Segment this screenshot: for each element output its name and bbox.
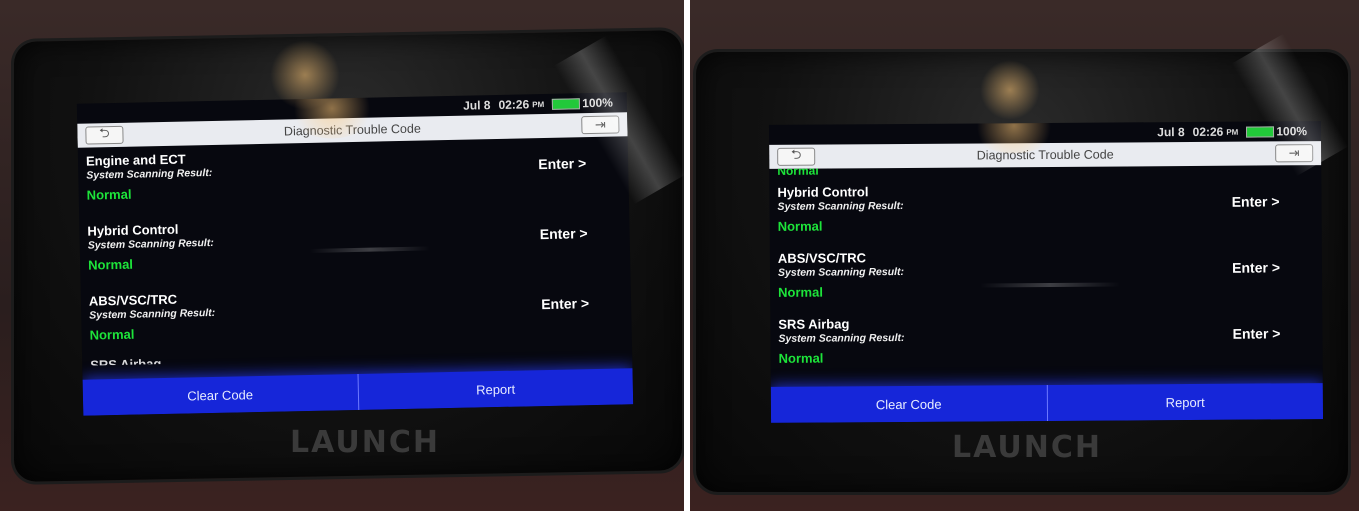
list-item: SRS Airbag System Scanning Result: Norma… [770, 307, 1322, 377]
clear-code-button[interactable]: Clear Code [83, 374, 358, 416]
report-button[interactable]: Report [1046, 383, 1324, 421]
back-button[interactable]: ⮌ [85, 125, 124, 145]
status-date: Jul 8 [1157, 125, 1185, 140]
report-button[interactable]: Report [357, 368, 634, 410]
exit-button[interactable]: ⇥ [581, 115, 620, 135]
status-ampm: PM [1226, 127, 1239, 137]
system-list: Engine and ECT System Scanning Result: N… [78, 136, 632, 366]
page-title: Diagnostic Trouble Code [976, 147, 1114, 163]
scan-result-value: Normal [88, 256, 134, 273]
scan-result-value: Normal [89, 326, 135, 343]
left-photo: LAUNCH Jul 8 02:26 PM 100% ⮌ Diagnostic … [0, 0, 684, 511]
enter-button[interactable]: Enter > [1233, 325, 1281, 341]
enter-button[interactable]: Enter > [541, 295, 589, 312]
launch-logo: LAUNCH [290, 425, 441, 460]
enter-button[interactable]: Enter > [540, 225, 588, 242]
exit-icon: ⇥ [594, 116, 606, 132]
exit-icon: ⇥ [1288, 145, 1300, 161]
list-item: Engine and ECT System Scanning Result: N… [78, 136, 629, 218]
scan-result-value: Normal [86, 186, 132, 203]
system-list: Normal Hybrid Control System Scanning Re… [769, 165, 1322, 377]
list-item: Hybrid Control System Scanning Result: N… [79, 206, 630, 288]
battery-level: 100% [582, 95, 614, 111]
right-photo: LAUNCH Jul 8 02:26 PM 100% ⮌ Diagnostic … [690, 0, 1359, 511]
device-screen: Jul 8 02:26 PM 100% ⮌ Diagnostic Trouble… [768, 121, 1324, 423]
status-time: 02:26 [498, 97, 530, 112]
device-screen: Jul 8 02:26 PM 100% ⮌ Diagnostic Trouble… [76, 92, 634, 416]
status-date: Jul 8 [463, 98, 491, 113]
page-title: Diagnostic Trouble Code [283, 121, 421, 139]
back-arrow-icon: ⮌ [99, 125, 110, 141]
back-arrow-icon: ⮌ [790, 146, 802, 162]
exit-button[interactable]: ⇥ [1275, 144, 1314, 163]
enter-button[interactable]: Enter > [1232, 259, 1280, 275]
action-bar: Clear Code Report [770, 383, 1324, 423]
launch-logo: LAUNCH [952, 430, 1103, 465]
scan-result-value: Normal [778, 350, 824, 366]
battery-icon [1246, 125, 1275, 138]
enter-button[interactable]: Enter > [1232, 193, 1280, 209]
back-button[interactable]: ⮌ [777, 146, 816, 166]
status-ampm: PM [532, 99, 545, 109]
battery-icon [552, 97, 581, 110]
enter-button[interactable]: Enter > [538, 155, 586, 172]
list-item: ABS/VSC/TRC System Scanning Result: Norm… [81, 276, 632, 358]
list-item: ABS/VSC/TRC System Scanning Result: Norm… [770, 241, 1322, 311]
scan-result-value: Normal [777, 218, 823, 234]
status-time: 02:26 [1192, 124, 1224, 139]
scan-result-value: Normal [778, 284, 823, 300]
battery-level: 100% [1276, 124, 1308, 139]
clear-code-button[interactable]: Clear Code [771, 385, 1047, 423]
list-item: Hybrid Control System Scanning Result: N… [769, 175, 1321, 245]
